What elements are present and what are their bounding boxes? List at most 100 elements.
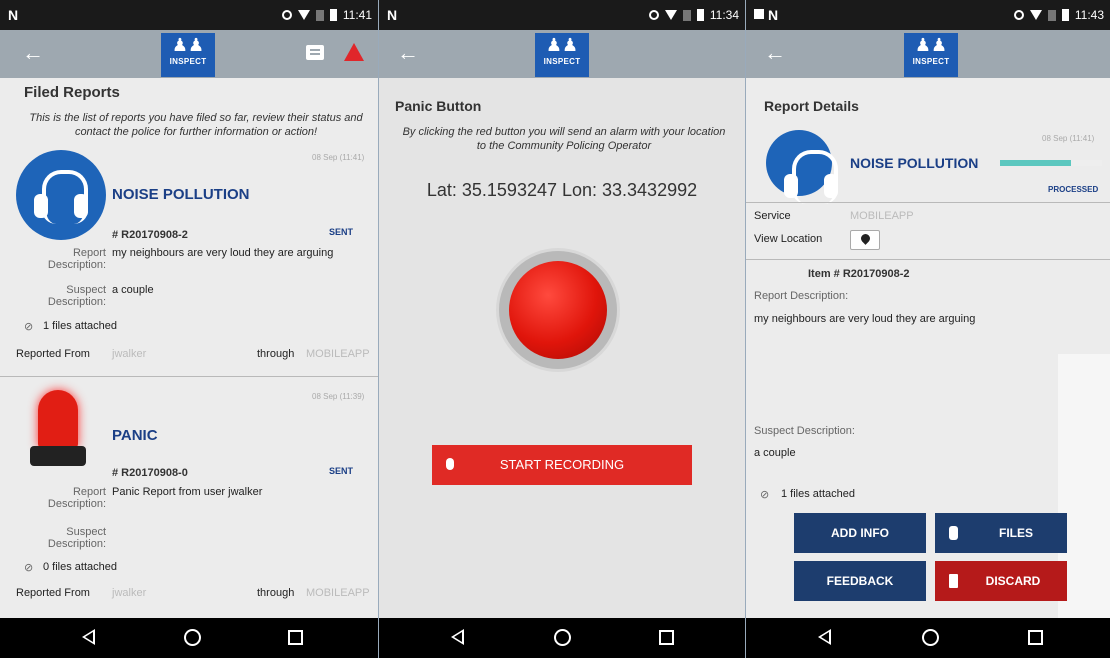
reported-from-value: jwalker	[112, 587, 147, 599]
report-description-label: Report Description:	[47, 247, 106, 271]
back-arrow-icon[interactable]: ←	[22, 40, 44, 66]
app-logo: ♟♟ INSPECT	[161, 33, 215, 77]
logo-text: INSPECT	[169, 57, 207, 66]
app-notification-icon	[754, 9, 764, 19]
nav-back-icon[interactable]	[451, 629, 464, 645]
feedback-label: FEEDBACK	[826, 574, 894, 588]
trash-icon	[949, 574, 958, 588]
feedback-button[interactable]: FEEDBACK	[794, 561, 926, 601]
view-location-label: View Location	[754, 233, 823, 245]
discard-button[interactable]: DISCARD	[935, 561, 1067, 601]
nav-recents-icon[interactable]	[1028, 630, 1043, 645]
panic-button[interactable]	[496, 248, 620, 372]
status-bar: N 11:34	[379, 0, 745, 30]
files-label: FILES	[998, 526, 1033, 540]
logo-figures-icon: ♟♟	[545, 35, 579, 55]
through-value: MOBILEAPP	[306, 587, 370, 599]
location-coordinates: Lat: 35.1593247 Lon: 33.3432992	[426, 180, 698, 200]
clock: 11:41	[342, 8, 372, 22]
nav-back-icon[interactable]	[818, 629, 831, 645]
report-title: NOISE POLLUTION	[850, 155, 979, 171]
page-title: Report Details	[764, 98, 859, 114]
wifi-icon	[664, 10, 677, 20]
app-toolbar: ← ♟♟ INSPECT	[746, 30, 1110, 78]
battery-icon	[1061, 9, 1069, 21]
sync-icon	[1013, 10, 1024, 20]
service-value: MOBILEAPP	[850, 210, 914, 222]
start-recording-button[interactable]: START RECORDING	[432, 445, 692, 485]
system-nav-bar	[746, 618, 1110, 658]
nav-home-icon[interactable]	[922, 629, 939, 646]
status-progress-bar	[1000, 160, 1102, 166]
siren-base	[30, 446, 86, 466]
suspect-description-value: a couple	[112, 284, 154, 296]
nav-home-icon[interactable]	[554, 629, 571, 646]
wifi-icon	[297, 10, 310, 20]
filed-reports-screen: N 11:41 ← ♟♟ INSPECT Filed Reports This …	[0, 0, 378, 658]
clock: 11:34	[709, 8, 739, 22]
status-badge: SENT	[329, 466, 354, 476]
add-info-button[interactable]: ADD INFO	[794, 513, 926, 553]
files-attached: 1 files attached	[43, 320, 117, 332]
details-divider	[746, 202, 1110, 203]
microphone-icon	[446, 458, 454, 470]
reported-from-label: Reported From	[16, 348, 90, 360]
files-button[interactable]: FILES	[935, 513, 1067, 553]
intro-text: This is the list of reports you have fil…	[29, 112, 363, 138]
page-title: Panic Button	[395, 98, 482, 114]
paperclip-icon	[949, 526, 958, 540]
app-logo: ♟♟ INSPECT	[904, 33, 958, 77]
panic-button-screen: N 11:34 ← ♟♟ INSPECT Panic Button By cli…	[378, 0, 746, 658]
nav-back-icon[interactable]	[82, 629, 95, 645]
report-description-label: Report Description:	[754, 290, 849, 302]
app-logo: ♟♟ INSPECT	[535, 33, 589, 77]
start-recording-label: START RECORDING	[499, 457, 625, 472]
location-pin-button[interactable]	[850, 230, 880, 250]
app-toolbar: ← ♟♟ INSPECT	[379, 30, 745, 78]
warning-icon[interactable]	[344, 43, 364, 61]
through-label: through	[257, 587, 295, 599]
paperclip-icon: ⊘	[760, 489, 770, 501]
add-info-label: ADD INFO	[831, 526, 889, 540]
back-arrow-icon[interactable]: ←	[764, 40, 786, 66]
suspect-description-label: Suspect Description:	[47, 284, 106, 308]
notification-icon: N	[768, 7, 779, 23]
signal-icon	[682, 9, 691, 21]
through-value: MOBILEAPP	[306, 348, 370, 360]
report-timestamp: 08 Sep (11:41)	[1042, 134, 1095, 143]
noise-earmuff-icon	[766, 130, 838, 204]
nav-recents-icon[interactable]	[288, 630, 303, 645]
logo-figures-icon: ♟♟	[914, 35, 948, 55]
siren-icon	[30, 390, 86, 470]
report-divider	[0, 376, 378, 377]
nav-home-icon[interactable]	[184, 629, 201, 646]
suspect-description-label: Suspect Description:	[754, 425, 855, 437]
status-bar: N 11:41	[0, 0, 378, 30]
siren-dome	[38, 390, 78, 448]
noise-earmuff-icon	[16, 150, 106, 240]
nav-recents-icon[interactable]	[659, 630, 674, 645]
sync-icon	[281, 10, 292, 20]
system-nav-bar	[0, 618, 378, 658]
files-attached: 0 files attached	[43, 561, 117, 573]
battery-icon	[696, 9, 704, 21]
report-description-value: Panic Report from user jwalker	[112, 486, 263, 498]
chat-icon[interactable]	[306, 45, 324, 60]
report-title[interactable]: NOISE POLLUTION	[112, 186, 250, 203]
status-badge: PROCESSED	[1048, 185, 1099, 194]
signal-icon	[315, 9, 324, 21]
logo-text: INSPECT	[912, 57, 950, 66]
report-timestamp: 08 Sep (11:41)	[312, 153, 365, 162]
panic-button-face[interactable]	[509, 261, 607, 359]
system-nav-bar	[379, 618, 745, 658]
item-reference: Item # R20170908-2	[808, 268, 910, 280]
report-title[interactable]: PANIC	[112, 427, 158, 444]
report-details-screen: N 11:43 ← ♟♟ INSPECT Report Details 08 S…	[746, 0, 1110, 658]
notification-icon: N	[8, 7, 19, 23]
service-label: Service	[754, 210, 791, 222]
report-timestamp: 08 Sep (11:39)	[312, 392, 365, 401]
app-toolbar: ← ♟♟ INSPECT	[0, 30, 378, 78]
back-arrow-icon[interactable]: ←	[397, 40, 419, 66]
logo-figures-icon: ♟♟	[171, 35, 205, 55]
signal-icon	[1047, 9, 1056, 21]
